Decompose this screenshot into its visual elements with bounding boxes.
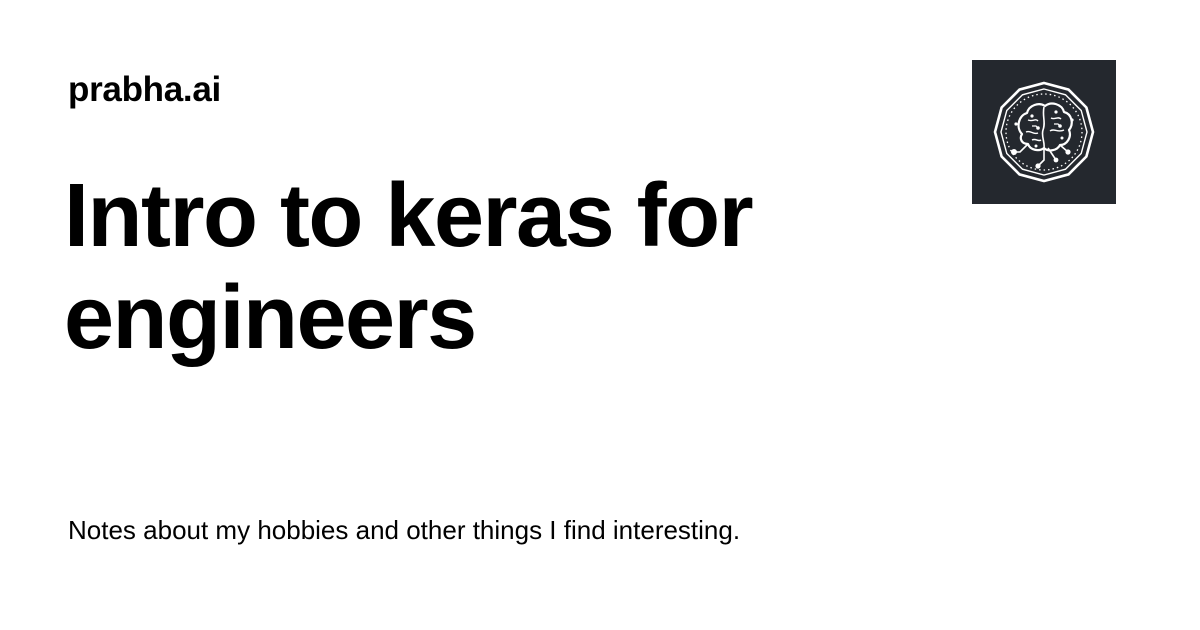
logo-tile — [972, 60, 1116, 204]
site-name[interactable]: prabha.ai — [68, 68, 221, 112]
brain-circuit-icon — [993, 81, 1095, 183]
page-title: Intro to keras for engineers — [64, 166, 754, 368]
page-description: Notes about my hobbies and other things … — [68, 515, 741, 545]
